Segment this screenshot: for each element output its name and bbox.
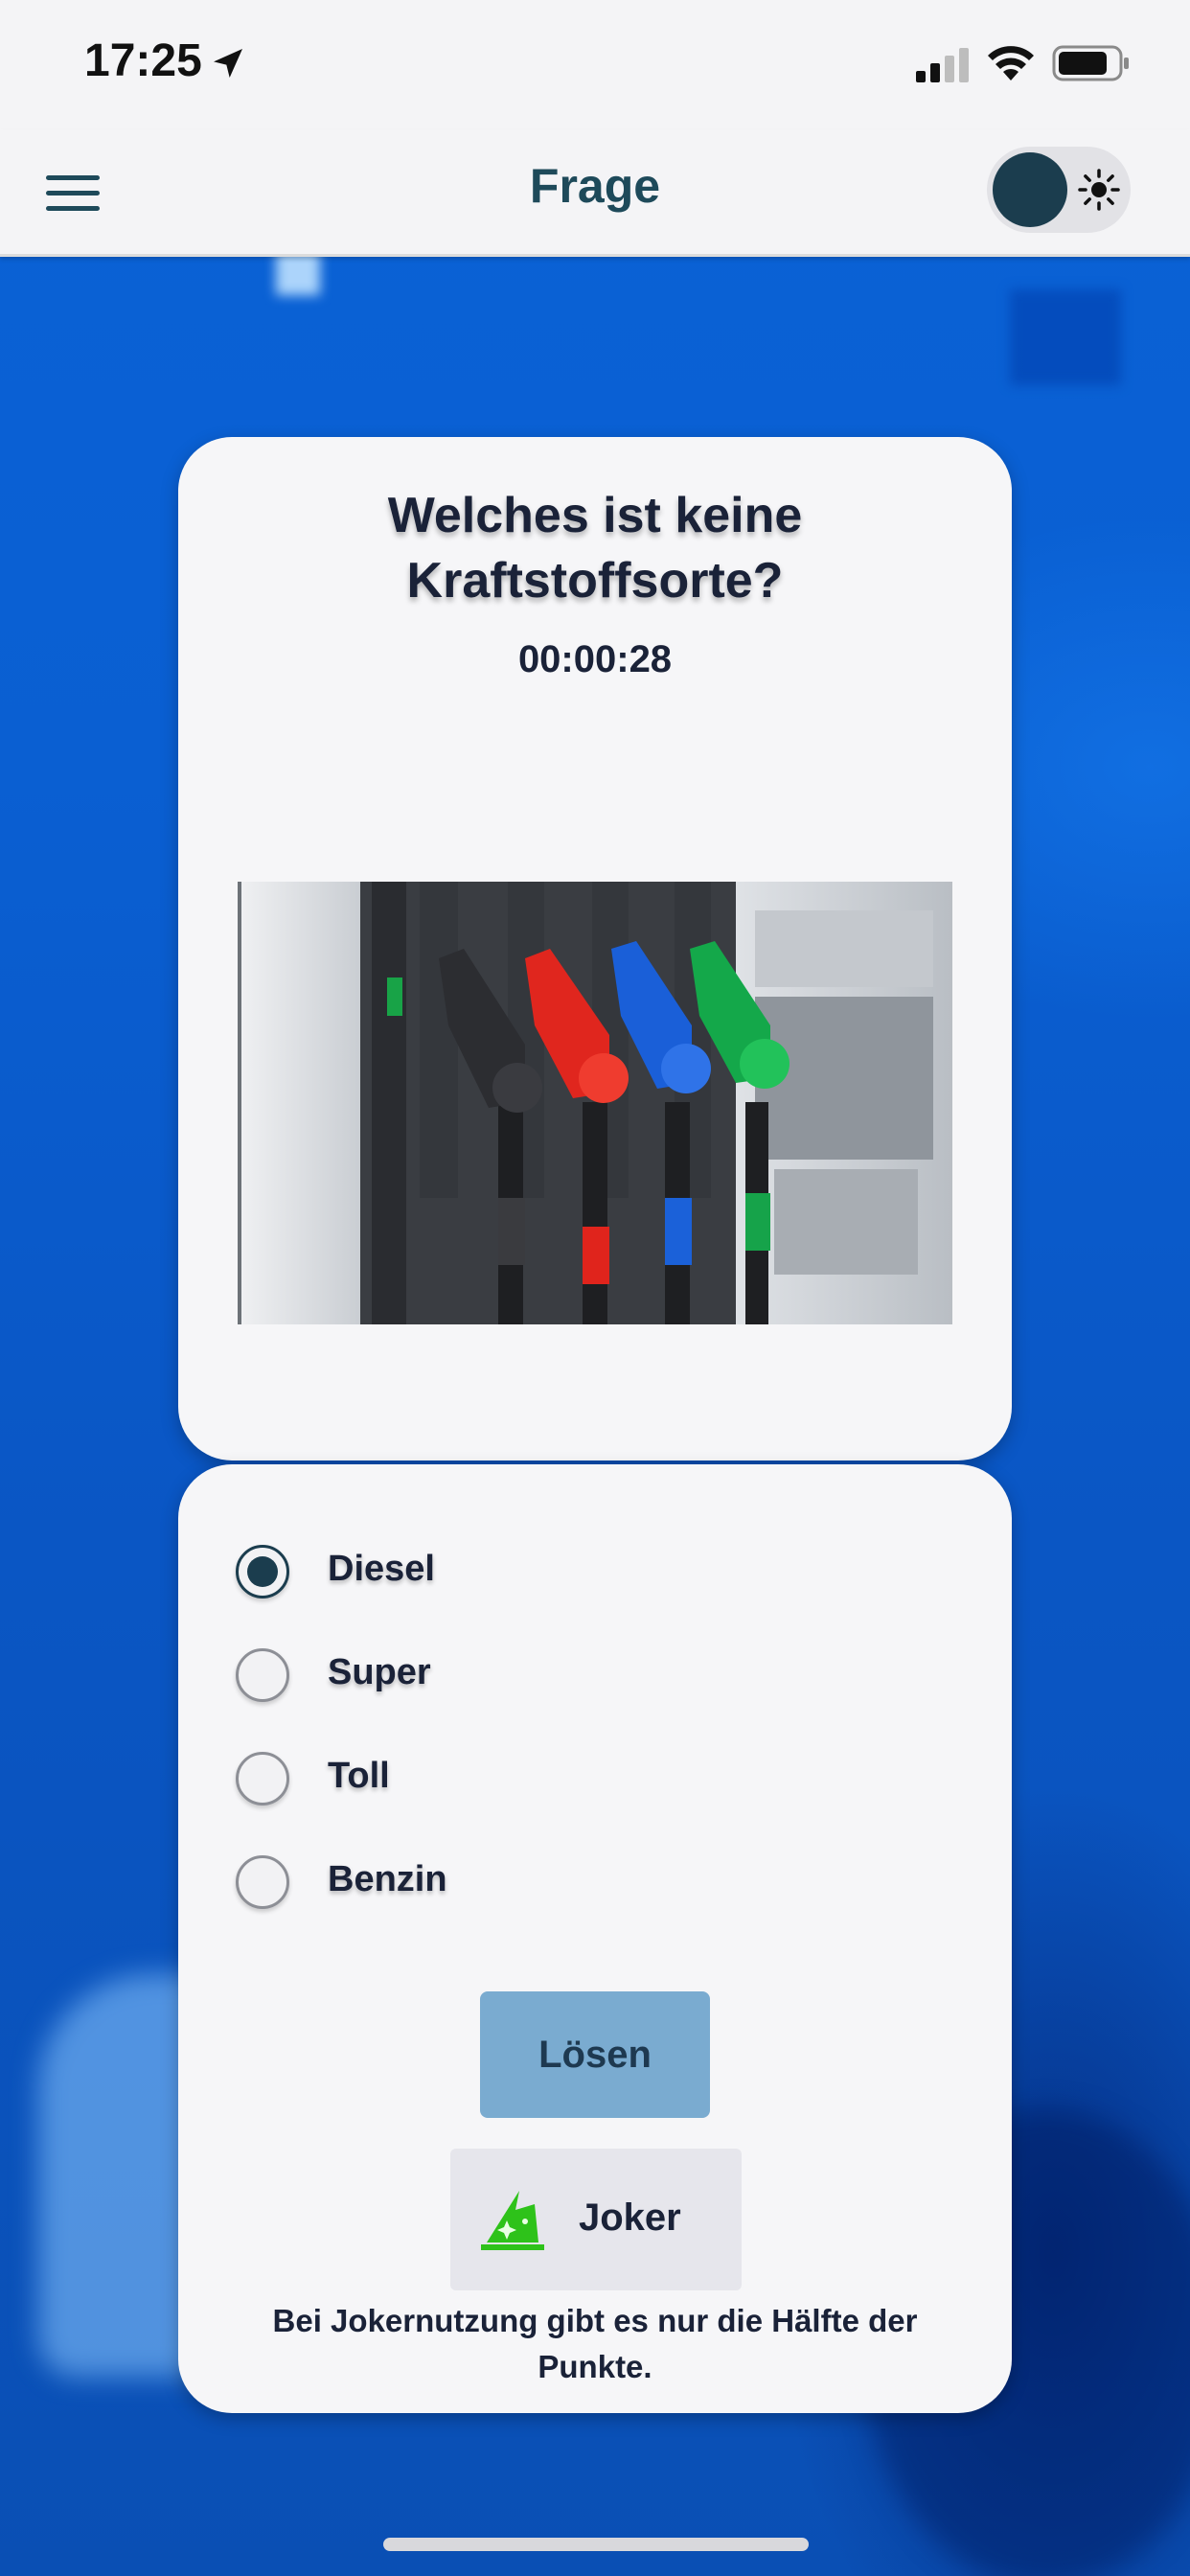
option-label: Benzin: [328, 1859, 447, 1899]
background-blur-square-dark: [1010, 289, 1121, 385]
option-diesel[interactable]: Diesel: [236, 1541, 906, 1608]
question-text: Welches ist keine Kraftstoffsorte?: [387, 488, 803, 609]
countdown-timer: 00:00:28: [517, 638, 673, 680]
radio-button[interactable]: [236, 1855, 289, 1909]
joker-note: Bei Jokernutzung gibt es nur die Hälfte …: [272, 2303, 918, 2384]
top-nav-bar: Frage: [0, 129, 1190, 257]
joker-hat-icon: [481, 2191, 544, 2250]
question-card: Welches ist keine Kraftstoffsorte? 00:00…: [178, 437, 1012, 1460]
joker-label: Joker: [579, 2196, 681, 2239]
fuel-pump-nozzles-image: [238, 882, 952, 1324]
cellular-signal-icon: [916, 48, 969, 82]
battery-icon: [1052, 45, 1129, 81]
option-label: Super: [328, 1652, 431, 1692]
option-label: Diesel: [328, 1549, 435, 1589]
background-blur-square: [276, 251, 320, 295]
option-super[interactable]: Super: [236, 1644, 906, 1712]
home-indicator[interactable]: [383, 2538, 809, 2551]
joker-button[interactable]: Joker: [450, 2149, 742, 2290]
location-arrow-icon: [214, 49, 242, 78]
answer-card: Diesel Super Toll Benzin Lösen Joker Bei…: [178, 1464, 1012, 2413]
solve-button[interactable]: Lösen: [480, 1991, 710, 2118]
status-time: 17:25: [84, 35, 202, 86]
radio-button[interactable]: [236, 1648, 289, 1702]
option-label: Toll: [328, 1756, 390, 1796]
toggle-knob: [993, 152, 1067, 227]
option-toll[interactable]: Toll: [236, 1748, 906, 1815]
radio-selected-dot: [247, 1556, 278, 1587]
status-bar: 17:25: [0, 0, 1190, 129]
option-benzin[interactable]: Benzin: [236, 1852, 906, 1919]
radio-button[interactable]: [236, 1752, 289, 1806]
theme-toggle[interactable]: [987, 147, 1131, 233]
radio-button[interactable]: [236, 1545, 289, 1598]
wifi-icon: [988, 46, 1034, 80]
sun-icon: [1078, 169, 1120, 211]
